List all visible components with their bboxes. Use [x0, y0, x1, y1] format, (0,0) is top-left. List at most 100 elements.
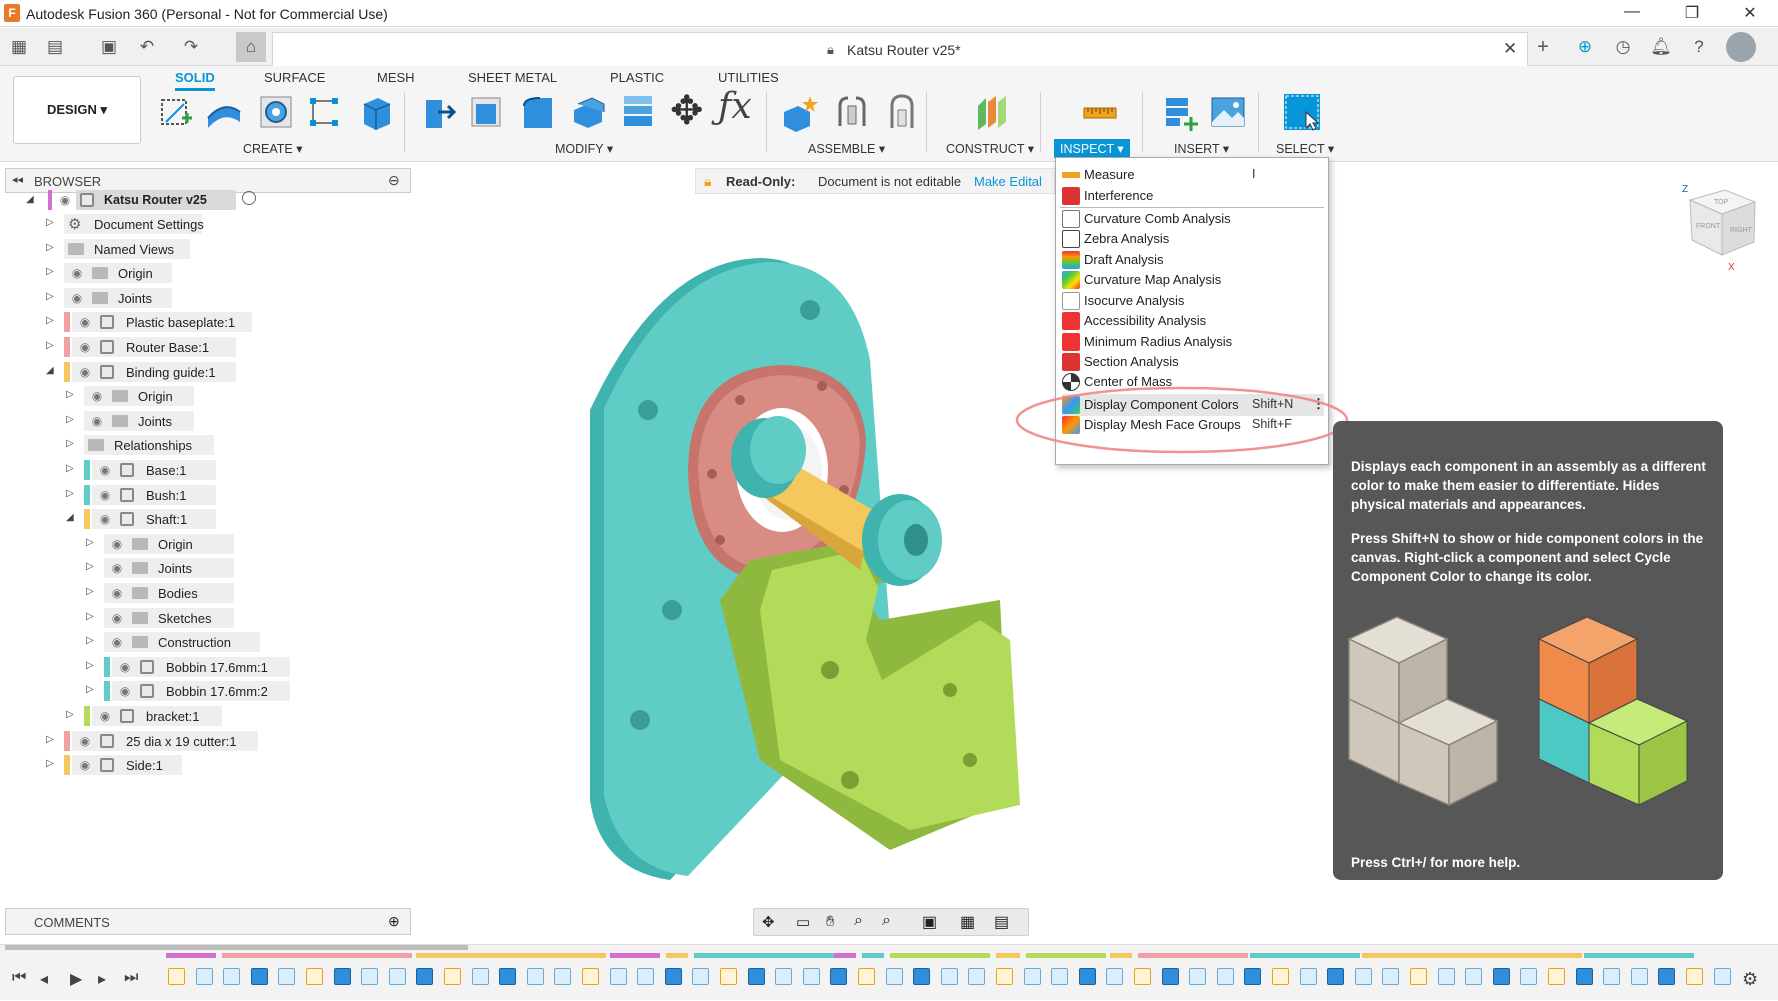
tab-solid[interactable]: SOLID: [175, 70, 215, 91]
close-tab-icon[interactable]: ✕: [1503, 39, 1517, 59]
timeline-feature-icon[interactable]: [775, 968, 793, 985]
tree-expand-toggle[interactable]: ◢: [46, 365, 56, 376]
visibility-eye-icon[interactable]: ◉: [96, 706, 114, 726]
shell-icon[interactable]: [568, 92, 608, 132]
visibility-eye-icon[interactable]: ◉: [108, 534, 126, 554]
sweep-icon[interactable]: [304, 92, 344, 132]
revolve-icon[interactable]: [256, 92, 296, 132]
timeline-feature-icon[interactable]: [1630, 968, 1648, 985]
timeline-feature-icon[interactable]: [1106, 968, 1124, 985]
fit-icon[interactable]: ⌕: [882, 912, 891, 930]
pan-icon[interactable]: ✋︎: [826, 913, 835, 930]
tree-row[interactable]: ▷ ◉ Origin: [0, 261, 412, 285]
timeline-feature-icon[interactable]: [968, 968, 986, 985]
timeline-feature-icon[interactable]: [1161, 968, 1179, 985]
timeline-feature-icon[interactable]: [1134, 968, 1151, 985]
tree-root-row[interactable]: ◢ ◉ Katsu Router v25: [0, 188, 412, 212]
tree-row[interactable]: ▷ ◉ Bush:1: [0, 483, 412, 507]
visibility-eye-icon[interactable]: ◉: [108, 583, 126, 603]
collapse-browser-icon[interactable]: ◂◂: [12, 173, 23, 186]
timeline-feature-icon[interactable]: [858, 968, 875, 985]
tree-row[interactable]: ▷ ◉ Plastic baseplate:1: [0, 310, 412, 334]
workspace-switcher[interactable]: DESIGN ▾: [13, 76, 141, 144]
undo-icon[interactable]: ↶: [136, 36, 158, 58]
timeline-feature-icon[interactable]: [1713, 968, 1731, 985]
create-sketch-icon[interactable]: [156, 92, 196, 132]
visibility-eye-icon[interactable]: ◉: [108, 632, 126, 652]
viewports-icon[interactable]: ▤: [994, 912, 1009, 932]
tree-expand-toggle[interactable]: ▷: [46, 291, 56, 302]
visibility-eye-icon[interactable]: ◉: [76, 755, 94, 775]
timeline-feature-icon[interactable]: [830, 968, 848, 985]
tree-expand-toggle[interactable]: ▷: [86, 611, 96, 622]
home-icon[interactable]: ⌂: [236, 32, 266, 62]
timeline-feature-icon[interactable]: [1658, 968, 1676, 985]
timeline-feature-icon[interactable]: [582, 968, 599, 985]
tree-row[interactable]: ▷ ⚙ Document Settings: [0, 212, 412, 236]
insert-derive-icon[interactable]: [1160, 92, 1200, 132]
menu-item-curvature-map-analysis[interactable]: Curvature Map Analysis: [1062, 269, 1324, 291]
timeline-feature-icon[interactable]: [1492, 968, 1510, 985]
visibility-eye-icon[interactable]: ◉: [108, 608, 126, 628]
combine-icon[interactable]: [618, 92, 658, 132]
tree-row[interactable]: ▷ Relationships: [0, 433, 412, 457]
tree-expand-toggle[interactable]: ▷: [86, 537, 96, 548]
maximize-button[interactable]: ❐: [1672, 3, 1712, 23]
press-pull-icon[interactable]: [418, 92, 458, 132]
new-component-icon[interactable]: [780, 92, 820, 132]
tree-expand-toggle[interactable]: ▷: [66, 488, 76, 499]
menu-item-minimum-radius-analysis[interactable]: Minimum Radius Analysis: [1062, 331, 1324, 353]
timeline-feature-icon[interactable]: [1465, 968, 1483, 985]
menu-item-curvature-comb-analysis[interactable]: Curvature Comb Analysis: [1062, 208, 1324, 230]
timeline-feature-icon[interactable]: [1354, 968, 1372, 985]
menu-item-zebra-analysis[interactable]: Zebra Analysis: [1062, 228, 1324, 250]
tree-expand-toggle[interactable]: ▷: [46, 315, 56, 326]
timeline-feature-icon[interactable]: [1382, 968, 1400, 985]
timeline-feature-icon[interactable]: [223, 968, 241, 985]
tree-row[interactable]: ▷ ◉ Base:1: [0, 458, 412, 482]
menu-item-measure[interactable]: Measure I: [1062, 164, 1324, 186]
timeline-settings-icon[interactable]: ⚙: [1742, 969, 1758, 990]
timeline-feature-icon[interactable]: [1216, 968, 1234, 985]
visibility-eye-icon[interactable]: ◉: [76, 731, 94, 751]
inspect-group-label[interactable]: INSPECT ▾: [1054, 139, 1130, 158]
visibility-eye-icon[interactable]: ◉: [116, 681, 134, 701]
construct-group-label[interactable]: CONSTRUCT ▾: [946, 141, 1034, 156]
timeline-feature-icon[interactable]: [1575, 968, 1593, 985]
tab-plastic[interactable]: PLASTIC: [610, 70, 664, 85]
timeline-feature-icon[interactable]: [913, 968, 931, 985]
model-viewport[interactable]: [560, 240, 1080, 880]
timeline-feature-icon[interactable]: [1603, 968, 1621, 985]
timeline-feature-icon[interactable]: [1520, 968, 1538, 985]
tree-expand-toggle[interactable]: ▷: [66, 389, 76, 400]
active-radio-icon[interactable]: [242, 191, 256, 205]
tree-expand-toggle[interactable]: ▷: [86, 635, 96, 646]
visibility-eye-icon[interactable]: ◉: [108, 558, 126, 578]
tree-row[interactable]: ▷ ◉ Joints: [0, 556, 412, 580]
menu-item-isocurve-analysis[interactable]: Isocurve Analysis: [1062, 290, 1324, 312]
change-parameters-icon[interactable]: ƒx: [718, 86, 752, 127]
tree-row[interactable]: ▷ ◉ bracket:1: [0, 704, 412, 728]
visibility-eye-icon[interactable]: ◉: [76, 362, 94, 382]
tree-row[interactable]: ▷ ◉ Joints: [0, 409, 412, 433]
visibility-eye-icon[interactable]: ◉: [76, 337, 94, 357]
browser-options-icon[interactable]: ⊖: [388, 172, 400, 189]
menu-item-accessibility-analysis[interactable]: Accessibility Analysis: [1062, 310, 1324, 332]
menu-item-interference[interactable]: Interference: [1062, 185, 1324, 207]
help-icon[interactable]: ?: [1688, 36, 1710, 58]
save-icon[interactable]: ▣: [98, 36, 120, 58]
tree-expand-toggle[interactable]: ▷: [46, 266, 56, 277]
tree-row[interactable]: ▷ ◉ Side:1: [0, 753, 412, 777]
timeline-feature-icon[interactable]: [306, 968, 323, 985]
timeline-feature-icon[interactable]: [1272, 968, 1289, 985]
offset-plane-icon[interactable]: [970, 92, 1010, 132]
tree-expand-toggle[interactable]: ▷: [86, 586, 96, 597]
add-comment-icon[interactable]: ⊕: [388, 913, 400, 930]
timeline-feature-icon[interactable]: [471, 968, 489, 985]
visibility-eye-icon[interactable]: ◉: [96, 460, 114, 480]
tree-expand-toggle[interactable]: ▷: [86, 561, 96, 572]
as-built-joint-icon[interactable]: [882, 92, 922, 132]
tree-row[interactable]: ▷ ◉ Sketches: [0, 606, 412, 630]
tree-row[interactable]: ▷ ◉ Bobbin 17.6mm:2: [0, 679, 412, 703]
display-settings-icon[interactable]: ▣: [922, 912, 937, 932]
